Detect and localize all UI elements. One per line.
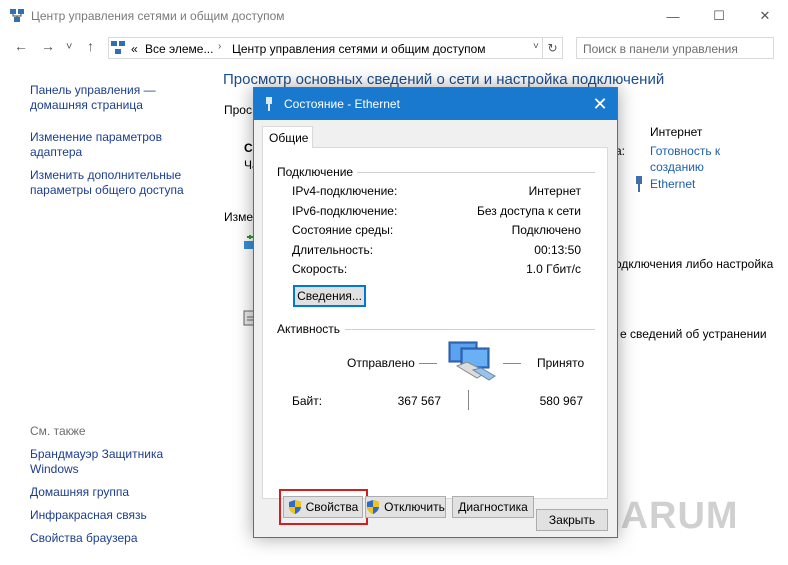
partial-view-text: Прос — [224, 103, 252, 117]
speed-label: Скорость: — [292, 262, 348, 276]
close-dialog-button[interactable]: Закрыть — [536, 509, 608, 531]
uac-shield-icon — [288, 500, 301, 514]
search-placeholder: Поиск в панели управления — [583, 42, 738, 56]
ethernet-connection-link[interactable]: Ethernet — [650, 177, 695, 191]
disable-button-label: Отключить — [384, 500, 445, 514]
sidebar-link-sharing-settings-2[interactable]: параметры общего доступа — [30, 182, 184, 198]
close-button[interactable]: ✕ — [742, 0, 788, 32]
duration-label: Длительность: — [292, 243, 374, 257]
uac-shield-icon — [367, 500, 380, 514]
connection-group-header: Подключение — [277, 165, 354, 179]
sidebar-link-control-panel-home-1[interactable]: Панель управления — — [30, 82, 156, 98]
properties-button[interactable]: Свойства — [283, 496, 363, 518]
ethernet-status-dialog: Состояние - Ethernet ✕ Общие Подключение… — [253, 87, 618, 538]
see-also-browser-properties[interactable]: Свойства браузера — [30, 530, 138, 546]
activity-group-header: Активность — [277, 322, 341, 336]
breadcrumb-network-center[interactable]: Центр управления сетями и общим доступом — [232, 42, 486, 56]
network-computers-icon — [448, 341, 496, 381]
tab-panel: Подключение IPv4-подключение: Интернет I… — [262, 147, 608, 525]
ethernet-plug-icon — [266, 97, 272, 111]
window-titlebar: Центр управления сетями и общим доступом… — [0, 0, 788, 32]
sidebar-link-adapter-settings-2[interactable]: адаптера — [30, 144, 82, 160]
sent-label: Отправлено — [347, 356, 415, 370]
details-button[interactable]: Сведения... — [293, 285, 366, 307]
breadcrumb-overflow[interactable]: « — [131, 42, 138, 56]
sidebar-link-sharing-settings-1[interactable]: Изменить дополнительные — [30, 167, 181, 183]
sent-connector — [419, 363, 437, 364]
minimize-button[interactable]: — — [650, 0, 696, 32]
recent-dropdown-icon[interactable]: ˅ — [66, 41, 72, 53]
partial-change-heading: Изме — [224, 210, 254, 224]
homegroup-link-1[interactable]: Готовность к — [650, 144, 720, 158]
dialog-close-icon[interactable]: ✕ — [583, 88, 617, 120]
sidebar-link-control-panel-home-2[interactable]: домашняя страница — [30, 97, 143, 113]
media-state-value: Подключено — [511, 223, 581, 237]
see-also-firewall-1[interactable]: Брандмауэр Защитника — [30, 446, 163, 462]
breadcrumb-all-items[interactable]: Все элеме... — [145, 42, 213, 56]
media-state-label: Состояние среды: — [292, 223, 394, 237]
ipv4-value: Интернет — [528, 184, 581, 198]
properties-button-label: Свойства — [305, 500, 359, 514]
sidebar-link-adapter-settings-1[interactable]: Изменение параметров — [30, 129, 162, 145]
sent-bytes-value: 367 567 — [397, 394, 441, 408]
window-title: Центр управления сетями и общим доступом — [31, 9, 285, 23]
diagnose-button[interactable]: Диагностика — [452, 496, 534, 518]
breadcrumb-chevron-icon[interactable]: › — [218, 41, 221, 52]
disable-button[interactable]: Отключить — [365, 496, 446, 518]
speed-value: 1.0 Гбит/с — [526, 262, 581, 276]
bytes-divider — [468, 390, 469, 410]
ipv4-label: IPv4-подключение: — [292, 184, 398, 198]
access-type-internet: Интернет — [650, 125, 703, 139]
setup-connection-text[interactable]: одключения либо настройка — [615, 257, 773, 271]
dialog-title: Состояние - Ethernet — [284, 97, 400, 111]
address-bar[interactable]: « Все элеме... › Центр управления сетями… — [108, 37, 563, 59]
forward-arrow-icon[interactable]: → — [41, 38, 55, 54]
address-dropdown-icon[interactable]: ˅ — [533, 41, 539, 52]
see-also-heading: См. также — [30, 424, 86, 438]
network-center-icon — [10, 9, 24, 22]
received-label: Принято — [537, 356, 585, 370]
ipv6-value: Без доступа к сети — [477, 204, 581, 218]
refresh-icon[interactable]: ↻ — [542, 38, 562, 58]
bytes-label: Байт: — [292, 394, 323, 408]
duration-value: 00:13:50 — [534, 243, 581, 257]
search-box[interactable]: Поиск в панели управления — [576, 37, 774, 59]
connection-divider — [357, 172, 595, 173]
maximize-button[interactable]: ☐ — [696, 0, 742, 32]
page-title: Просмотр основных сведений о сети и наст… — [223, 71, 665, 88]
back-arrow-icon[interactable]: ← — [14, 38, 28, 54]
homegroup-link-2[interactable]: созданию — [650, 160, 704, 174]
ipv6-label: IPv6-подключение: — [292, 204, 398, 218]
ethernet-plug-icon — [636, 176, 642, 192]
see-also-firewall-2[interactable]: Windows — [30, 461, 79, 477]
troubleshoot-text[interactable]: е сведений об устранении — [620, 327, 767, 341]
navigation-bar: ← → ˅ ↑ « Все элеме... › Центр управлени… — [0, 36, 788, 60]
up-arrow-icon[interactable]: ↑ — [87, 38, 94, 54]
see-also-homegroup[interactable]: Домашняя группа — [30, 484, 129, 500]
activity-divider — [345, 329, 595, 330]
control-panel-icon — [111, 41, 125, 54]
tab-general-label: Общие — [269, 131, 309, 145]
received-connector — [503, 363, 521, 364]
dialog-titlebar: Состояние - Ethernet ✕ — [254, 88, 617, 120]
tab-general[interactable]: Общие — [262, 126, 313, 148]
see-also-infrared[interactable]: Инфракрасная связь — [30, 507, 147, 523]
received-bytes-value: 580 967 — [539, 394, 583, 408]
